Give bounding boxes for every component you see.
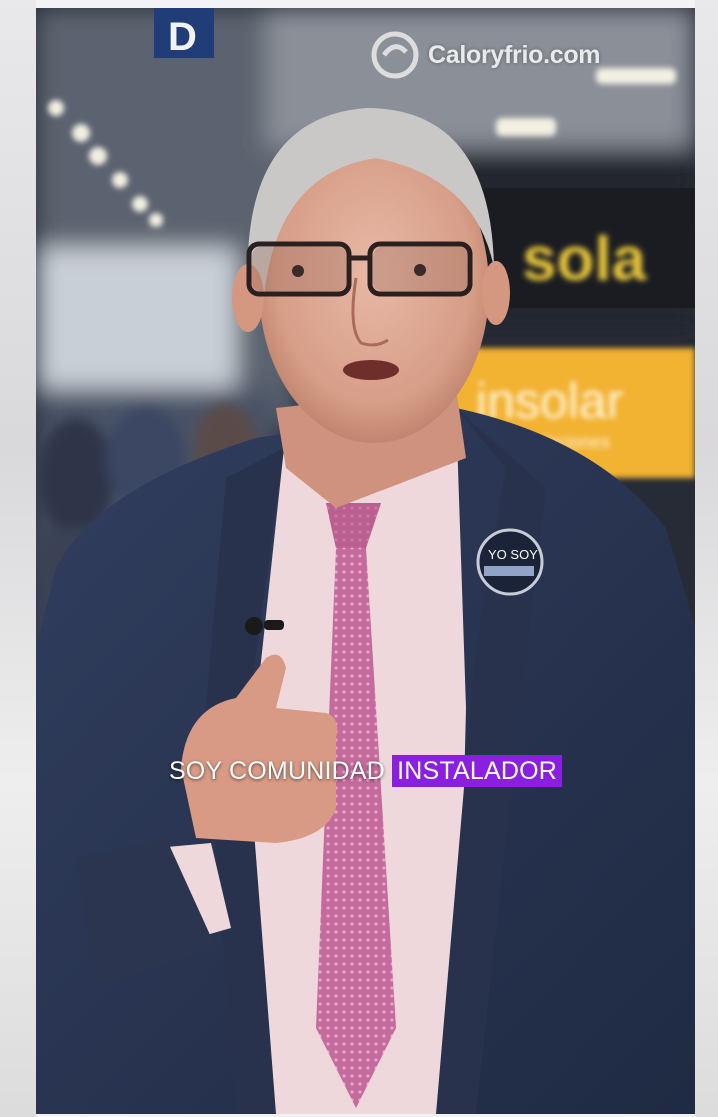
watermark: Caloryfrio.com xyxy=(370,30,601,80)
pin-badge-text: YO SOY xyxy=(488,547,538,562)
mouth xyxy=(343,360,399,380)
video-scene: D sola insolar instalaciones YO SOY xyxy=(36,8,695,1114)
booth-sign-top: sola xyxy=(522,225,647,294)
watermark-text: Caloryfrio.com xyxy=(428,40,601,69)
left-blurred-backdrop xyxy=(0,0,36,1117)
caloryfrio-logo-icon xyxy=(371,31,419,79)
right-blurred-backdrop xyxy=(695,0,718,1117)
hall-sign-letter: D xyxy=(168,15,197,59)
pin-badge xyxy=(476,528,544,596)
caption-highlight: INSTALADOR xyxy=(392,755,563,787)
lapel-microphone xyxy=(245,617,263,635)
video-frame[interactable]: D sola insolar instalaciones YO SOY Calo… xyxy=(36,8,695,1114)
caption-plain: SOY COMUNIDAD xyxy=(168,757,385,785)
caption: SOY COMUNIDAD INSTALADOR xyxy=(36,755,695,787)
